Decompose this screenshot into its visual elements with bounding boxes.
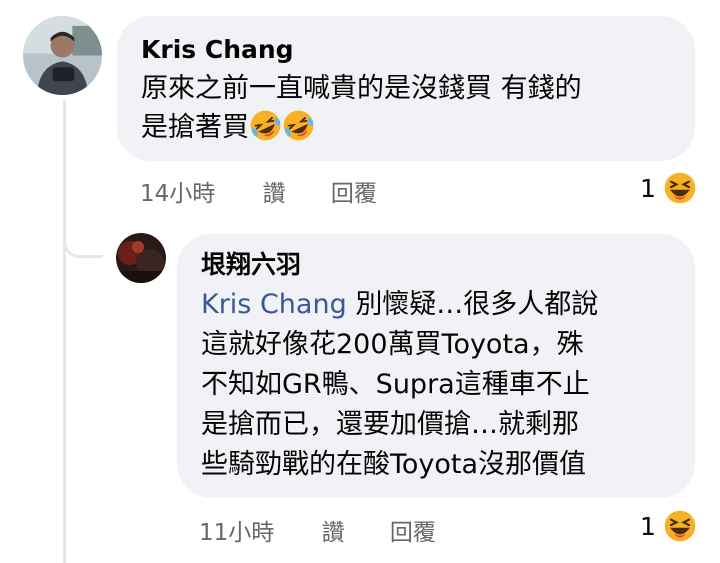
haha-emoji-icon — [662, 508, 698, 544]
comment-timestamp[interactable]: 14小時 — [140, 174, 215, 208]
reply-button[interactable]: 回覆 — [390, 513, 436, 547]
comment-actions: 11小時 讚 回覆 — [199, 513, 474, 547]
comment-author[interactable]: 垠翔六羽 — [201, 249, 671, 281]
reaction-count: 1 — [640, 511, 656, 541]
comment-line: 些騎勁戰的在酸Toyota沒那價值 — [201, 449, 587, 480]
reaction-summary[interactable]: 1 — [640, 508, 698, 544]
avatar[interactable] — [23, 16, 102, 95]
thread-line — [63, 100, 66, 563]
rolling-laughing-emoji-icon — [282, 109, 315, 142]
mention-link[interactable]: Kris Chang — [201, 289, 347, 320]
reaction-count: 1 — [640, 173, 656, 203]
reply-button[interactable]: 回覆 — [331, 174, 377, 208]
comment-text: 原來之前一直喊貴的是沒錢買 有錢的 是搶著買 — [141, 69, 671, 147]
comment-line: 這就好像花200萬買Toyota，殊 — [201, 329, 584, 360]
avatar-photo — [116, 233, 166, 283]
like-button[interactable]: 讚 — [263, 174, 286, 208]
avatar[interactable] — [116, 233, 166, 283]
comment-line: 是搶著買 — [141, 112, 249, 143]
comment-author[interactable]: Kris Chang — [141, 34, 671, 66]
comment-line: 別懷疑…很多人都說 — [355, 289, 599, 320]
comment-line: 是搶而已，還要加價搶…就剩那 — [201, 409, 579, 440]
comment-bubble: Kris Chang 原來之前一直喊貴的是沒錢買 有錢的 是搶著買 — [117, 16, 695, 161]
comment-text: Kris Chang 別懷疑…很多人都說 這就好像花200萬買Toyota，殊 … — [201, 285, 671, 485]
comment-thread: Kris Chang 原來之前一直喊貴的是沒錢買 有錢的 是搶著買 14小時 讚… — [0, 0, 720, 563]
comment-actions: 14小時 讚 回覆 — [140, 174, 415, 208]
haha-emoji-icon — [662, 170, 698, 206]
comment-bubble: 垠翔六羽 Kris Chang 別懷疑…很多人都說 這就好像花200萬買Toyo… — [177, 234, 695, 498]
reaction-summary[interactable]: 1 — [640, 170, 698, 206]
reply-connector — [63, 218, 103, 258]
comment-timestamp[interactable]: 11小時 — [199, 513, 274, 547]
rolling-laughing-emoji-icon — [249, 109, 282, 142]
comment-line: 不知如GR鴨、Supra這種車不止 — [201, 369, 590, 400]
like-button[interactable]: 讚 — [322, 513, 345, 547]
avatar-photo — [23, 16, 102, 95]
comment-line: 原來之前一直喊貴的是沒錢買 有錢的 — [141, 73, 582, 104]
